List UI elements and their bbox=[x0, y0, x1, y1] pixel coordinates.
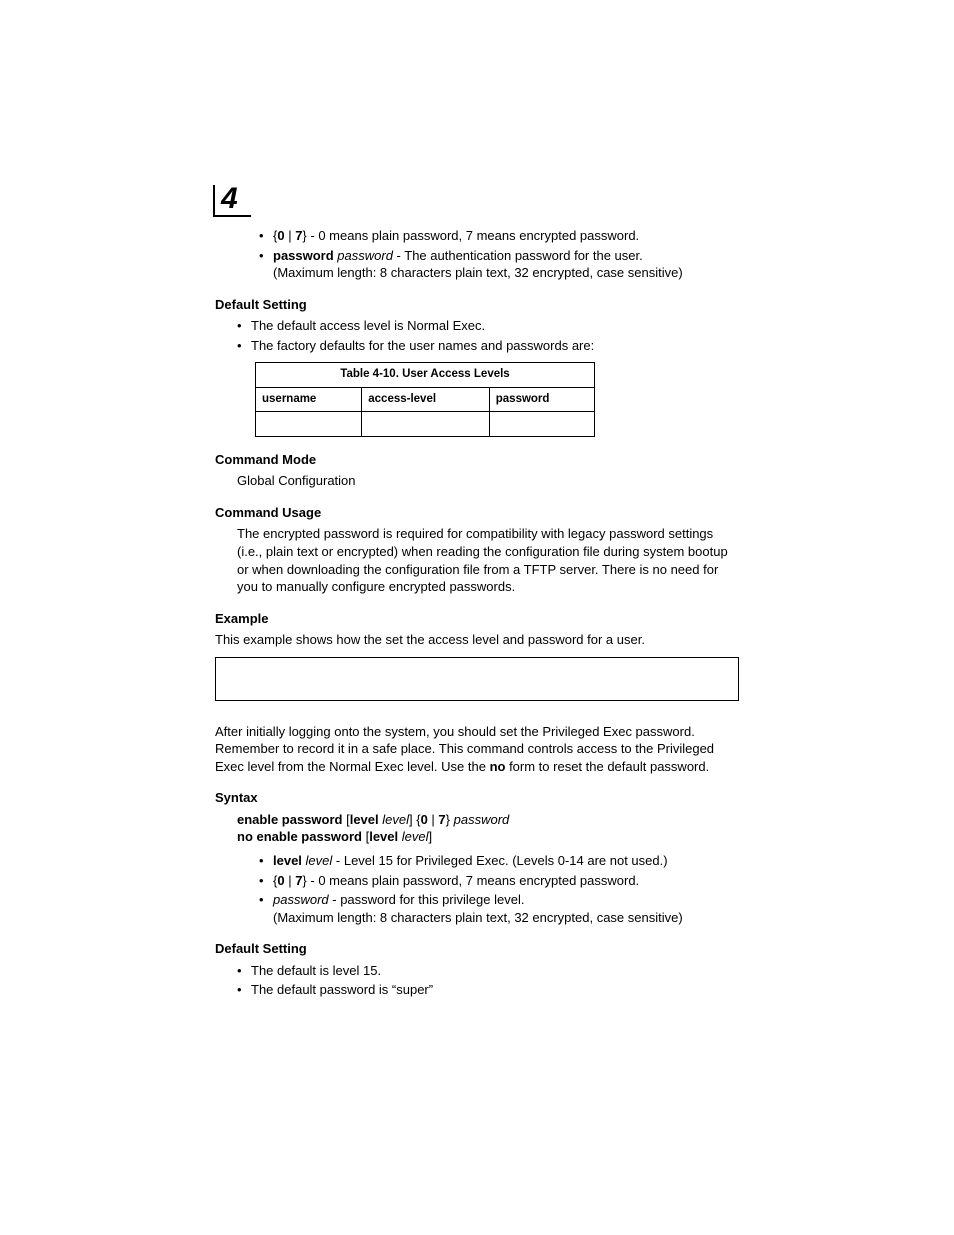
heading-command-usage: Command Usage bbox=[215, 504, 739, 522]
th-access-level: access-level bbox=[362, 387, 489, 412]
param-0-7: {0 | 7} - 0 means plain password, 7 mean… bbox=[259, 227, 739, 245]
s2a: no enable password bbox=[237, 829, 362, 844]
table-wrap: Table 4-10. User Access Levels username … bbox=[255, 362, 739, 437]
heading-command-mode: Command Mode bbox=[215, 451, 739, 469]
content: {0 | 7} - 0 means plain password, 7 mean… bbox=[215, 227, 739, 999]
sb2zero: 0 bbox=[277, 873, 284, 888]
sb2close: } - bbox=[302, 873, 318, 888]
sb-07: {0 | 7} - 0 means plain password, 7 mean… bbox=[259, 872, 739, 890]
sb1c: - Level 15 for Privileged Exec. (Levels … bbox=[332, 853, 667, 868]
td-empty bbox=[256, 412, 362, 437]
syntax-block: enable password [level level] {0 | 7} pa… bbox=[237, 811, 739, 846]
s1h: 7 bbox=[438, 812, 445, 827]
ds1-item2: The factory defaults for the user names … bbox=[237, 337, 739, 355]
password-bold: password bbox=[273, 248, 334, 263]
default-setting-1-list: The default access level is Normal Exec.… bbox=[237, 317, 739, 354]
example-code-box bbox=[215, 657, 739, 701]
s1d: level bbox=[379, 812, 409, 827]
heading-default-setting-1: Default Setting bbox=[215, 296, 739, 314]
ds2-item2: The default password is “super” bbox=[237, 981, 739, 999]
th-password: password bbox=[489, 387, 594, 412]
command-usage-text: The encrypted password is required for c… bbox=[237, 525, 739, 595]
zero: 0 bbox=[277, 228, 284, 243]
s2e: ] bbox=[429, 829, 433, 844]
s2d: level bbox=[398, 829, 428, 844]
s2c: level bbox=[369, 829, 398, 844]
s1b: [ bbox=[342, 812, 349, 827]
td-empty bbox=[362, 412, 489, 437]
heading-syntax: Syntax bbox=[215, 789, 739, 807]
user-access-levels-table: Table 4-10. User Access Levels username … bbox=[255, 362, 595, 437]
s1a: enable password bbox=[237, 812, 342, 827]
default-setting-2-list: The default is level 15. The default pas… bbox=[237, 962, 739, 999]
password-desc: - The authentication password for the us… bbox=[393, 248, 643, 263]
param-password: password password - The authentication p… bbox=[259, 247, 739, 282]
th-username: username bbox=[256, 387, 362, 412]
ds2-item1: The default is level 15. bbox=[237, 962, 739, 980]
sb-password: password - password for this privilege l… bbox=[259, 891, 739, 926]
sb3a: password bbox=[273, 892, 329, 907]
example-text: This example shows how the set the acces… bbox=[215, 631, 739, 649]
brace-close: } - bbox=[302, 228, 318, 243]
syntax-bullet-list: level level - Level 15 for Privileged Ex… bbox=[259, 852, 739, 926]
sb-level: level level - Level 15 for Privileged Ex… bbox=[259, 852, 739, 870]
command-mode-text: Global Configuration bbox=[237, 472, 739, 490]
sb1a: level bbox=[273, 853, 302, 868]
sb1b: level bbox=[302, 853, 332, 868]
heading-default-setting-2: Default Setting bbox=[215, 940, 739, 958]
param-0-7-desc: 0 means plain password, 7 means encrypte… bbox=[318, 228, 639, 243]
sb2pipe: | bbox=[285, 873, 296, 888]
s1g: | bbox=[428, 812, 439, 827]
s1j: password bbox=[454, 812, 510, 827]
password-note: (Maximum length: 8 characters plain text… bbox=[273, 264, 739, 282]
enable-password-intro: After initially logging onto the system,… bbox=[215, 723, 739, 776]
password-ital: password bbox=[334, 248, 393, 263]
sb2rest: 0 means plain password, 7 means encrypte… bbox=[318, 873, 639, 888]
intro-no: no bbox=[490, 759, 506, 774]
parameter-list-top: {0 | 7} - 0 means plain password, 7 mean… bbox=[259, 227, 739, 282]
heading-example: Example bbox=[215, 610, 739, 628]
syntax-line-1: enable password [level level] {0 | 7} pa… bbox=[237, 811, 739, 829]
chapter-number: 4 bbox=[221, 179, 237, 220]
td-empty bbox=[489, 412, 594, 437]
ds1-item1: The default access level is Normal Exec. bbox=[237, 317, 739, 335]
sb3b: - password for this privilege level. bbox=[329, 892, 525, 907]
page: 4 {0 | 7} - 0 means plain password, 7 me… bbox=[0, 0, 954, 1235]
table-row bbox=[256, 412, 595, 437]
syntax-line-2: no enable password [level level] bbox=[237, 828, 739, 846]
sb3c: (Maximum length: 8 characters plain text… bbox=[273, 909, 739, 927]
intro-b: form to reset the default password. bbox=[505, 759, 709, 774]
s1i: } bbox=[446, 812, 454, 827]
table-caption: Table 4-10. User Access Levels bbox=[255, 362, 595, 387]
s1c: level bbox=[350, 812, 379, 827]
chapter-mark: 4 bbox=[213, 185, 251, 217]
s1e: ] { bbox=[409, 812, 421, 827]
s1f: 0 bbox=[421, 812, 428, 827]
pipe: | bbox=[285, 228, 296, 243]
table-header-row: username access-level password bbox=[256, 387, 595, 412]
